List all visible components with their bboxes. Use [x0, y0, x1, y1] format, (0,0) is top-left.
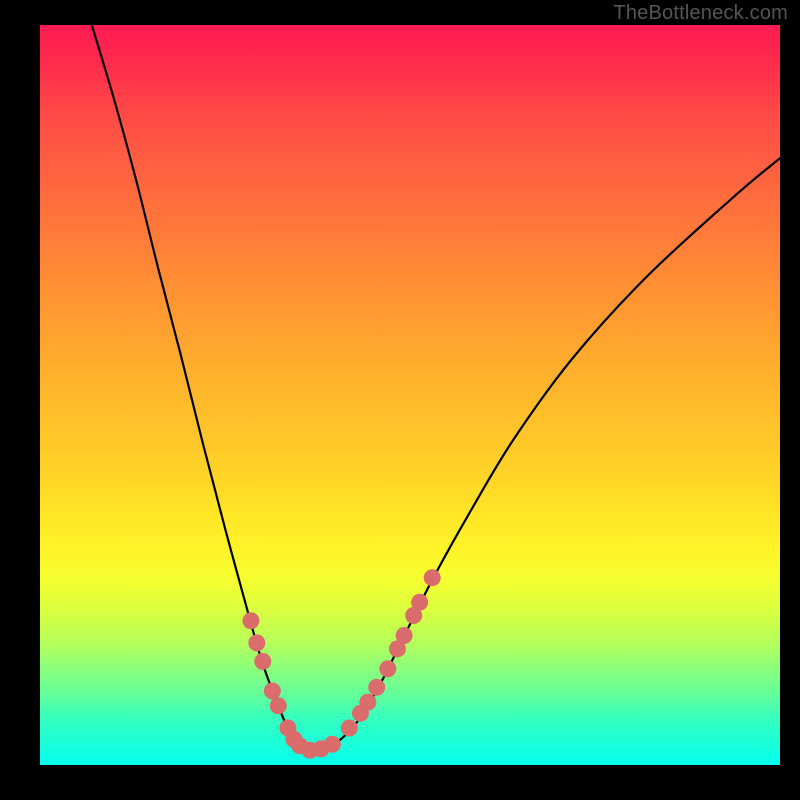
marker-point	[368, 679, 385, 696]
marker-point	[411, 594, 428, 611]
marker-point	[396, 627, 413, 644]
marker-point	[254, 653, 271, 670]
watermark-text: TheBottleneck.com	[613, 2, 788, 25]
marker-point	[341, 720, 358, 737]
marker-point	[264, 683, 281, 700]
plot-area	[40, 25, 780, 765]
marker-point	[324, 736, 341, 753]
bottleneck-curve	[92, 25, 780, 751]
marker-point	[248, 634, 265, 651]
marker-point	[242, 612, 259, 629]
marker-point	[424, 569, 441, 586]
curve-markers	[242, 569, 440, 758]
marker-point	[270, 697, 287, 714]
marker-point	[359, 694, 376, 711]
curve-svg	[40, 25, 780, 765]
chart-frame: TheBottleneck.com	[0, 0, 800, 800]
marker-point	[379, 660, 396, 677]
